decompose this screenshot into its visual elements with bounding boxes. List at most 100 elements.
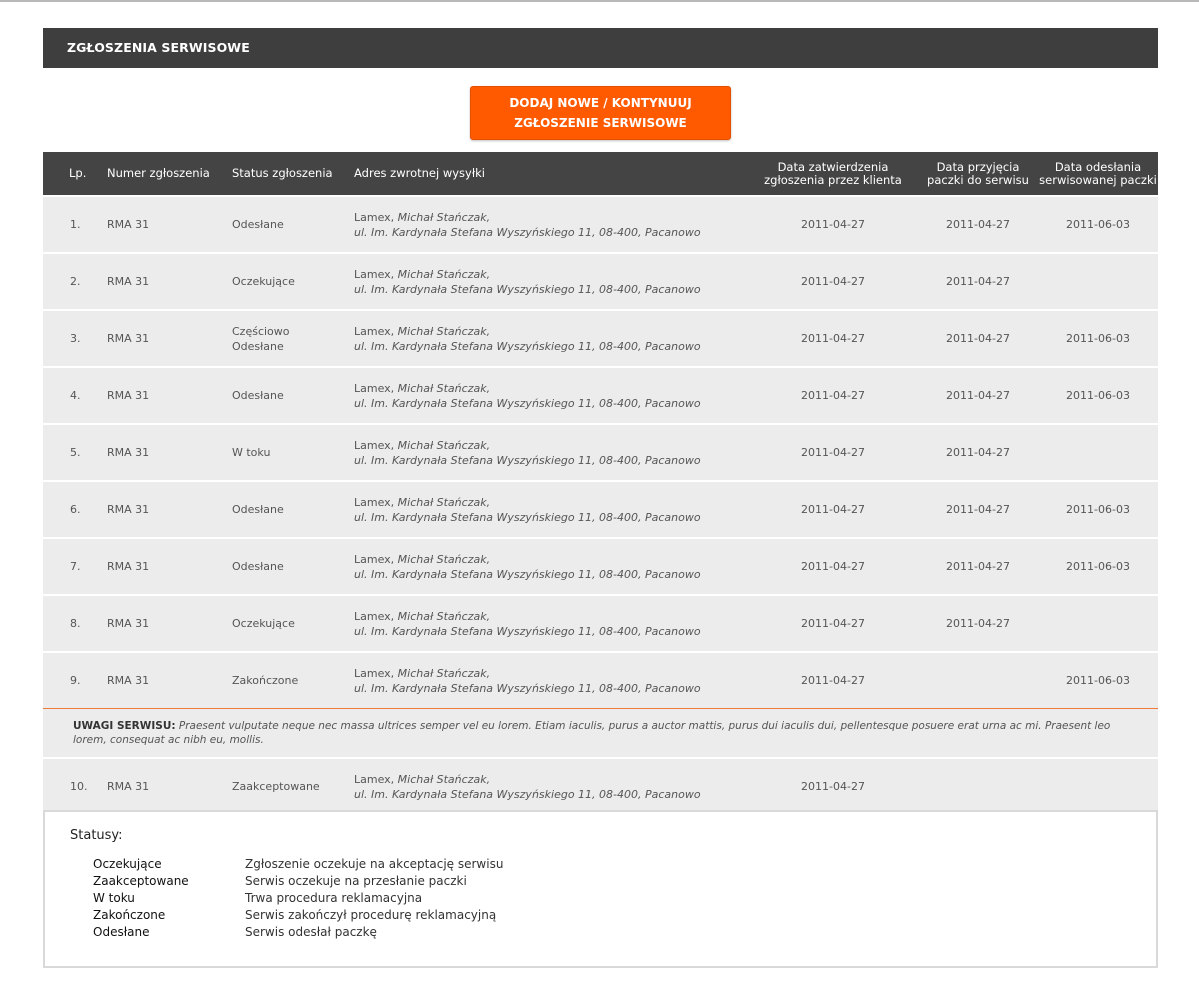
table-row[interactable]: 2. RMA 31 Oczekujące Lamex, Michał Stańczak… <box>43 254 1158 309</box>
add-new-request-button[interactable]: DODAJ NOWE / KONTYNUUJ ZGŁOSZENIE SERWIS… <box>470 86 731 140</box>
row-company: Lamex, <box>354 267 395 281</box>
table-row[interactable]: 10. RMA 31 Zaakceptowane Lamex, Michał Stań… <box>43 759 1158 814</box>
row-lp: 4. <box>70 389 81 402</box>
row-company: Lamex, <box>354 609 395 623</box>
row-lp: 8. <box>70 617 81 630</box>
row-number[interactable]: RMA 31 <box>107 254 149 309</box>
row-person: Michał Stańczak, <box>397 772 491 786</box>
row-status: Częściowo Odesłane <box>232 311 290 366</box>
column-header-approved-date: Data zatwierdzenia zgłoszenia przez klien… <box>753 152 913 195</box>
row-status: W toku <box>232 425 270 480</box>
add-button-label-line2: ZGŁOSZENIE SERWISOWE <box>514 116 687 130</box>
row-status-line1: Zaakceptowane <box>232 780 320 793</box>
row-company: Lamex, <box>354 381 395 395</box>
column-header-address: Adres zwrotnej wysyłki <box>354 166 485 180</box>
legend-item: Zakończone Serwis zakończył procedurę rek… <box>93 907 503 924</box>
column-header-sent-line2: serwisowanej paczki <box>1039 172 1157 187</box>
row-approved-date: 2011-04-27 <box>801 674 865 687</box>
row-received-date <box>923 759 1033 814</box>
column-header-approved-line2: zgłoszenia przez klienta <box>764 172 902 187</box>
row-received-date: 2011-04-27 <box>946 446 1010 459</box>
row-person: Michał Stańczak, <box>397 210 491 224</box>
row-number[interactable]: RMA 31 <box>107 368 149 423</box>
row-sent-date: 2011-06-03 <box>1066 332 1130 345</box>
table-row[interactable]: 4. RMA 31 Odesłane Lamex, Michał Stańczak, u… <box>43 368 1158 423</box>
row-street: ul. Im. Kardynała Stefana Wyszyńskiego 1… <box>354 567 701 581</box>
legend-status-desc: Trwa procedura reklamacyjna <box>245 891 423 905</box>
row-number[interactable]: RMA 31 <box>107 653 149 708</box>
row-number[interactable]: RMA 31 <box>107 539 149 594</box>
row-address-line1: Lamex, Michał Stańczak, <box>354 268 490 281</box>
status-legend: Statusy: Oczekujące Zgłoszenie oczekuje n… <box>43 810 1158 968</box>
row-sent-date <box>1038 759 1158 814</box>
page-header: ZGŁOSZENIA SERWISOWE <box>43 28 1158 68</box>
row-number[interactable]: RMA 31 <box>107 482 149 537</box>
row-approved-date: 2011-04-27 <box>801 503 865 516</box>
row-number[interactable]: RMA 31 <box>107 759 149 814</box>
column-header-received-line2: paczki do serwisu <box>927 172 1029 187</box>
row-sent-date: 2011-06-03 <box>1066 218 1130 231</box>
table-header: Lp. Numer zgłoszenia Status zgłoszenia A… <box>43 152 1158 195</box>
legend-status-name: Oczekujące <box>93 857 162 871</box>
row-status: Oczekujące <box>232 254 295 309</box>
row-address: Lamex, Michał Stańczak, ul. Im. Kardynała… <box>354 425 701 480</box>
row-company: Lamex, <box>354 666 395 680</box>
legend-status-name: Zaakceptowane <box>93 874 189 888</box>
column-header-approved-line1: Data zatwierdzenia <box>777 159 889 174</box>
row-person: Michał Stańczak, <box>397 666 491 680</box>
row-street: ul. Im. Kardynała Stefana Wyszyńskiego 1… <box>354 396 701 410</box>
row-address-line1: Lamex, Michał Stańczak, <box>354 439 490 452</box>
row-company: Lamex, <box>354 772 395 786</box>
row-lp: 1. <box>70 218 81 231</box>
row-status: Odesłane <box>232 197 284 252</box>
table-row[interactable]: 3. RMA 31 Częściowo Odesłane Lamex, Michał S… <box>43 311 1158 366</box>
table-row[interactable]: 7. RMA 31 Odesłane Lamex, Michał Stańczak, u… <box>43 539 1158 594</box>
row-number[interactable]: RMA 31 <box>107 197 149 252</box>
table-row[interactable]: 8. RMA 31 Oczekujące Lamex, Michał Stańczak… <box>43 596 1158 651</box>
row-number[interactable]: RMA 31 <box>107 311 149 366</box>
row-received-date: 2011-04-27 <box>946 560 1010 573</box>
row-street: ul. Im. Kardynała Stefana Wyszyńskiego 1… <box>354 787 701 801</box>
column-header-lp: Lp. <box>69 166 87 180</box>
row-company: Lamex, <box>354 324 395 338</box>
row-number[interactable]: RMA 31 <box>107 425 149 480</box>
table-row[interactable]: 9. RMA 31 Zakończone Lamex, Michał Stańczak… <box>43 653 1158 709</box>
row-address-line1: Lamex, Michał Stańczak, <box>354 496 490 509</box>
row-sent-date <box>1038 254 1158 309</box>
row-approved-date: 2011-04-27 <box>801 617 865 630</box>
row-lp: 10. <box>70 780 88 793</box>
row-street: ul. Im. Kardynała Stefana Wyszyńskiego 1… <box>354 510 701 524</box>
row-sent-date <box>1038 596 1158 651</box>
top-border <box>0 0 1199 2</box>
row-approved-date: 2011-04-27 <box>801 275 865 288</box>
legend-item: W toku Trwa procedura reklamacyjna <box>93 890 503 907</box>
row-sent-date: 2011-06-03 <box>1066 674 1130 687</box>
row-approved-date: 2011-04-27 <box>801 332 865 345</box>
row-company: Lamex, <box>354 438 395 452</box>
row-status-line2: Odesłane <box>232 339 284 353</box>
row-address-line1: Lamex, Michał Stańczak, <box>354 382 490 395</box>
row-received-date: 2011-04-27 <box>946 332 1010 345</box>
row-person: Michał Stańczak, <box>397 438 491 452</box>
row-status-line1: Odesłane <box>232 560 284 573</box>
table-row[interactable]: 1. RMA 31 Odesłane Lamex, Michał Stańczak, u… <box>43 197 1158 252</box>
row-address: Lamex, Michał Stańczak, ul. Im. Kardynała… <box>354 539 701 594</box>
row-status: Oczekujące <box>232 596 295 651</box>
row-company: Lamex, <box>354 495 395 509</box>
row-address: Lamex, Michał Stańczak, ul. Im. Kardynała… <box>354 596 701 651</box>
table-row[interactable]: 5. RMA 31 W toku Lamex, Michał Stańczak, ul.… <box>43 425 1158 480</box>
add-button-label-line1: DODAJ NOWE / KONTYNUUJ <box>509 96 692 110</box>
row-approved-date: 2011-04-27 <box>801 560 865 573</box>
row-address-line1: Lamex, Michał Stańczak, <box>354 773 490 786</box>
row-sent-date: 2011-06-03 <box>1066 503 1130 516</box>
row-address: Lamex, Michał Stańczak, ul. Im. Kardynała… <box>354 759 701 814</box>
row-status: Odesłane <box>232 539 284 594</box>
row-number[interactable]: RMA 31 <box>107 596 149 651</box>
row-address: Lamex, Michał Stańczak, ul. Im. Kardynała… <box>354 311 701 366</box>
column-header-received-line1: Data przyjęcia <box>936 159 1020 174</box>
table-row[interactable]: 6. RMA 31 Odesłane Lamex, Michał Stańczak, u… <box>43 482 1158 537</box>
row-person: Michał Stańczak, <box>397 267 491 281</box>
row-street: ul. Im. Kardynała Stefana Wyszyńskiego 1… <box>354 453 701 467</box>
row-lp: 3. <box>70 332 81 345</box>
row-status-line1: Częściowo <box>232 324 290 338</box>
